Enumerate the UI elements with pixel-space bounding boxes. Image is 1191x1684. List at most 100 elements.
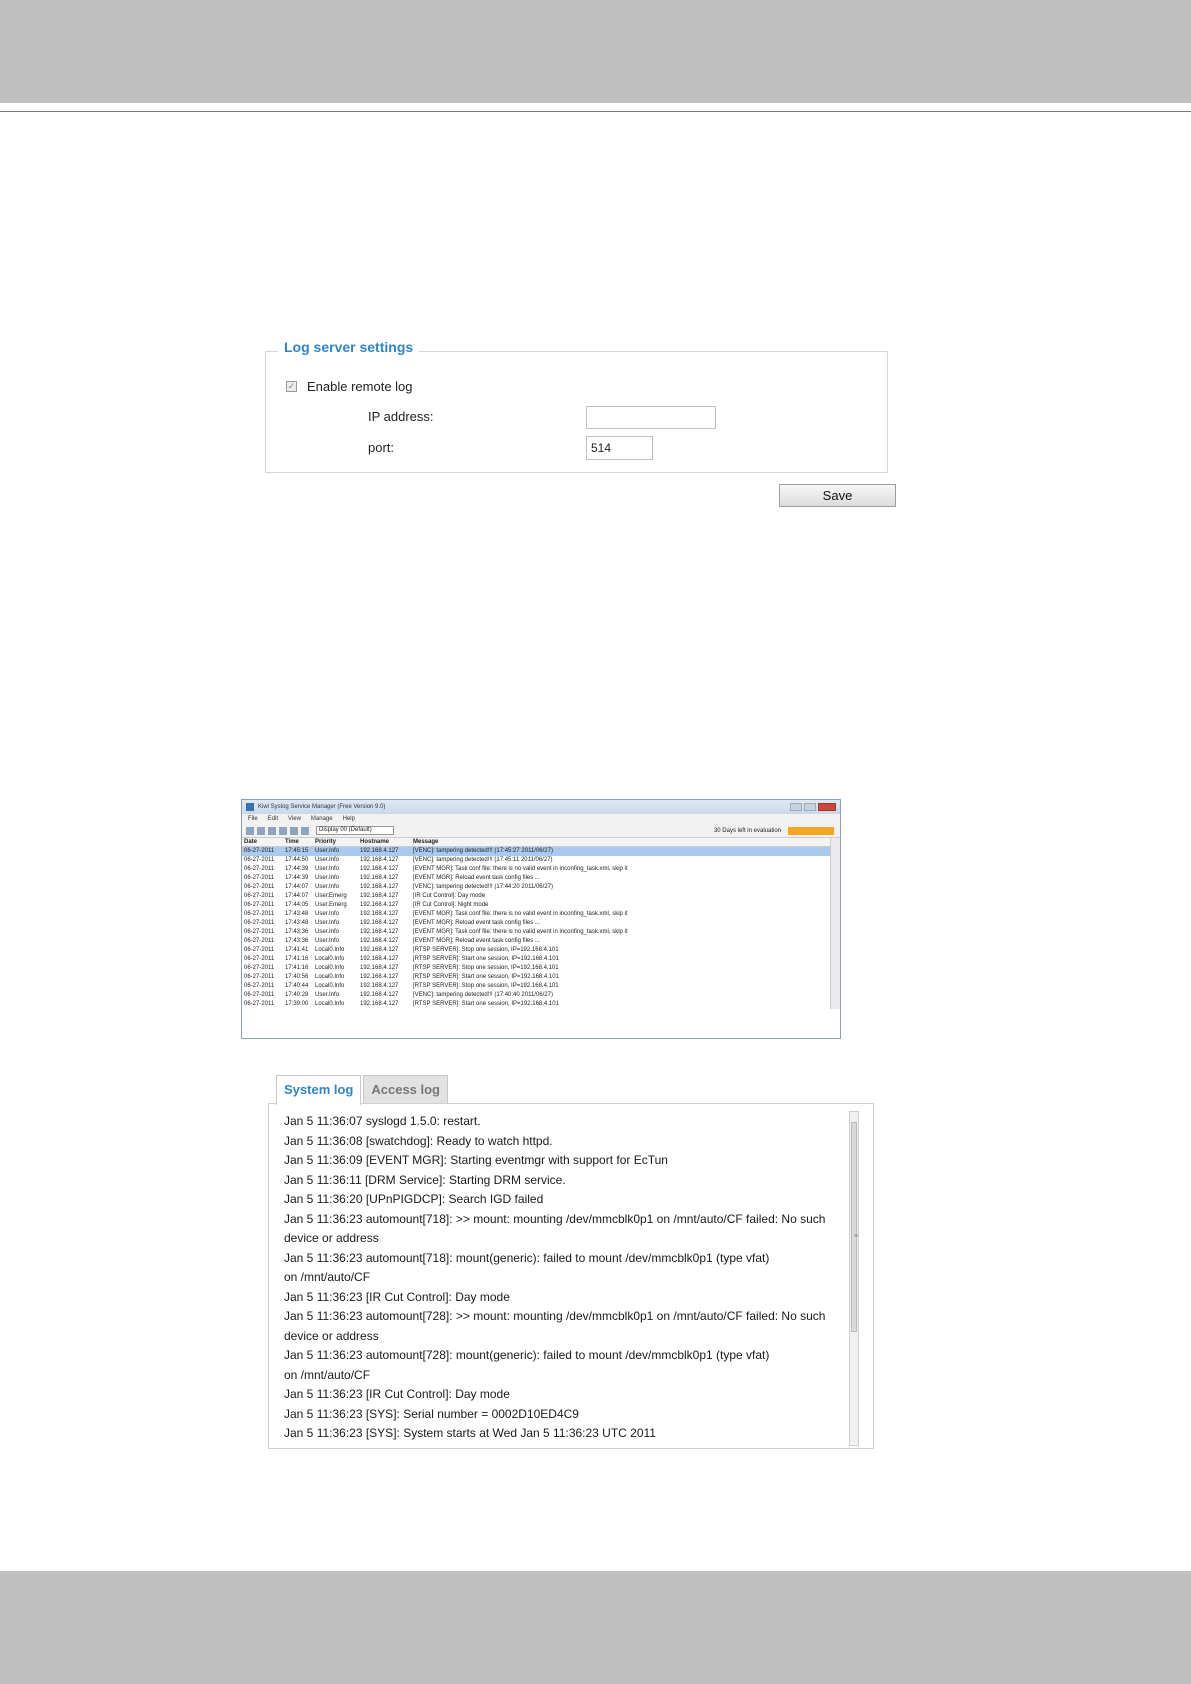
table-row[interactable]: 06-27-2011 17:44:39 User.Info 192.168.4.127…	[242, 874, 840, 883]
table-row[interactable]: 06-27-2011 17:39:00 Local0.Info 192.168.4.1…	[242, 1000, 840, 1009]
toolbar-save-icon[interactable]	[290, 826, 298, 835]
table-row[interactable]: 06-27-2011 17:40:44 Local0.Info 192.168.4.1…	[242, 982, 840, 991]
log-line: on /mnt/auto/CF	[284, 1367, 371, 1382]
table-row[interactable]: 06-27-2011 17:41:16 Local0.Info 192.168.4.1…	[242, 964, 840, 973]
cell-message: [IR Cut Control]: Night mode	[413, 902, 489, 908]
log-line: Jan 5 11:36:23 automount[718]: >> mount:…	[284, 1211, 826, 1226]
cell-date: 06-27-2011	[244, 1001, 275, 1007]
menu-item-edit[interactable]: Edit	[268, 816, 278, 822]
cell-time: 17:44:05	[285, 902, 309, 908]
toolbar-refresh-icon[interactable]	[301, 826, 309, 835]
cell-host: 192.168.4.127	[360, 974, 399, 980]
column-header-date[interactable]: Date	[242, 838, 285, 846]
buy-button[interactable]	[788, 826, 834, 835]
app-icon	[246, 803, 254, 811]
cell-date: 06-27-2011	[244, 848, 275, 854]
viewer-scrollbar[interactable]	[830, 838, 840, 1009]
cell-message: [RTSP SERVER]: Stop one session, IP=192.…	[413, 965, 559, 971]
cell-time: 17:45:15	[285, 848, 309, 854]
menu-item-view[interactable]: View	[288, 816, 301, 822]
enable-remote-log-row: ✓ Enable remote log	[286, 379, 413, 394]
table-row[interactable]: 06-27-2011 17:43:48 User.Info 192.168.4.127…	[242, 910, 840, 919]
table-row[interactable]: 06-27-2011 17:45:15 User.Info 192.168.4.127…	[242, 847, 840, 856]
cell-priority: Local0.Info	[315, 965, 345, 971]
minimize-icon[interactable]	[790, 803, 802, 811]
table-row[interactable]: 06-27-2011 17:44:07 User.Info 192.168.4.127…	[242, 883, 840, 892]
cell-time: 17:40:28	[285, 992, 309, 998]
table-row[interactable]: 06-27-2011 17:43:36 User.Info 192.168.4.127…	[242, 928, 840, 937]
cell-priority: Local0.Info	[315, 1001, 345, 1007]
port-label: port:	[368, 440, 395, 455]
log-line: Jan 5 11:36:09 [EVENT MGR]: Starting eve…	[284, 1153, 668, 1167]
cell-time: 17:41:16	[285, 965, 309, 971]
cell-message: [EVENT MGR]: Reload event task config fi…	[413, 938, 540, 944]
menu-item-manage[interactable]: Manage	[311, 816, 333, 822]
cell-date: 06-27-2011	[244, 911, 275, 917]
table-row[interactable]: 06-27-2011 17:40:56 Local0.Info 192.168.4.1…	[242, 973, 840, 982]
display-select[interactable]: Display 00 (Default)	[316, 826, 394, 835]
log-line: Jan 5 11:36:20 [UPnPIGDCP]: Search IGD f…	[284, 1192, 544, 1206]
column-header-hostname[interactable]: Hostname	[360, 838, 413, 846]
tab-access-log[interactable]: Access log	[363, 1075, 449, 1103]
cell-time: 17:43:48	[285, 911, 309, 917]
table-row[interactable]: 06-27-2011 17:41:16 Local0.Info 192.168.4.1…	[242, 955, 840, 964]
cell-time: 17:41:16	[285, 956, 309, 962]
port-input[interactable]	[586, 436, 653, 460]
column-header-message[interactable]: Message	[413, 838, 823, 846]
table-row[interactable]: 06-27-2011 17:44:39 User.Info 192.168.4.127…	[242, 865, 840, 874]
cell-message: [VENC]: tampering detected!!! (17:45:11 …	[413, 857, 553, 863]
log-tabs: System log Access log	[276, 1075, 449, 1105]
cell-host: 192.168.4.127	[360, 848, 399, 854]
close-icon[interactable]	[818, 803, 836, 811]
table-row[interactable]: 06-27-2011 17:44:07 User.Emerg 192.168.4.12…	[242, 892, 840, 901]
table-row[interactable]: 06-27-2011 17:40:28 User.Info 192.168.4.127…	[242, 991, 840, 1000]
enable-remote-log-checkbox[interactable]: ✓	[286, 381, 297, 392]
cell-message: [RTSP SERVER]: Start one session, IP=192…	[413, 974, 559, 980]
cell-priority: User.Info	[315, 992, 340, 998]
cell-priority: User.Emerg	[315, 902, 347, 908]
ip-address-input[interactable]	[586, 406, 716, 429]
table-row[interactable]: 06-27-2011 17:43:48 User.Info 192.168.4.127…	[242, 919, 840, 928]
cell-priority: User.Info	[315, 848, 340, 854]
cell-message: [RTSP SERVER]: Stop one session, IP=192.…	[413, 983, 559, 989]
cell-message: [RTSP SERVER]: Start one session, IP=192…	[413, 956, 559, 962]
tab-system-log[interactable]: System log	[276, 1075, 362, 1105]
cell-date: 06-27-2011	[244, 875, 275, 881]
log-scrollbar[interactable]: ≡	[849, 1111, 859, 1446]
column-header-priority[interactable]: Priority	[315, 838, 360, 846]
toolbar-open-icon[interactable]	[246, 826, 254, 835]
cell-date: 06-27-2011	[244, 965, 275, 971]
save-button[interactable]: Save	[779, 484, 896, 507]
cell-date: 06-27-2011	[244, 992, 275, 998]
cell-host: 192.168.4.127	[360, 947, 399, 953]
table-row[interactable]: 06-27-2011 17:44:05 User.Emerg 192.168.4.12…	[242, 901, 840, 910]
cell-host: 192.168.4.127	[360, 929, 399, 935]
log-line: on /mnt/auto/CF	[284, 1270, 371, 1284]
column-header-time[interactable]: Time	[285, 838, 315, 846]
cell-message: [EVENT MGR]: Task conf file: there is no…	[413, 911, 628, 917]
cell-host: 192.168.4.127	[360, 875, 399, 881]
toolbar-grid-icon[interactable]	[268, 826, 276, 835]
log-line: device or address	[284, 1328, 379, 1343]
toolbar-edit-icon[interactable]	[257, 826, 265, 835]
cell-time: 17:39:00	[285, 1001, 309, 1007]
table-row[interactable]: 06-27-2011 17:43:36 User.Info 192.168.4.127…	[242, 937, 840, 946]
cell-time: 17:40:56	[285, 974, 309, 980]
menu-item-file[interactable]: File	[248, 816, 258, 822]
cell-host: 192.168.4.127	[360, 965, 399, 971]
cell-date: 06-27-2011	[244, 983, 275, 989]
menu-item-help[interactable]: Help	[343, 816, 355, 822]
log-line: Jan 5 11:36:23 [IR Cut Control]: Day mod…	[284, 1289, 510, 1304]
viewer-grid-header: Date Time Priority Hostname Message	[242, 838, 840, 847]
cell-message: [RTSP SERVER]: Stop one session, IP=192.…	[413, 947, 559, 953]
cell-priority: Local0.Info	[315, 956, 345, 962]
cell-message: [EVENT MGR]: Task conf file: there is no…	[413, 929, 628, 935]
maximize-icon[interactable]	[804, 803, 816, 811]
log-scroll-thumb[interactable]: ≡	[851, 1122, 858, 1332]
table-row[interactable]: 06-27-2011 17:44:50 User.Info 192.168.4.127…	[242, 856, 840, 865]
cell-priority: User.Info	[315, 920, 340, 926]
cell-priority: Local0.Info	[315, 983, 345, 989]
cell-time: 17:44:50	[285, 857, 309, 863]
table-row[interactable]: 06-27-2011 17:41:41 Local0.Info 192.168.4.1…	[242, 946, 840, 955]
toolbar-alert-icon[interactable]	[279, 826, 287, 835]
